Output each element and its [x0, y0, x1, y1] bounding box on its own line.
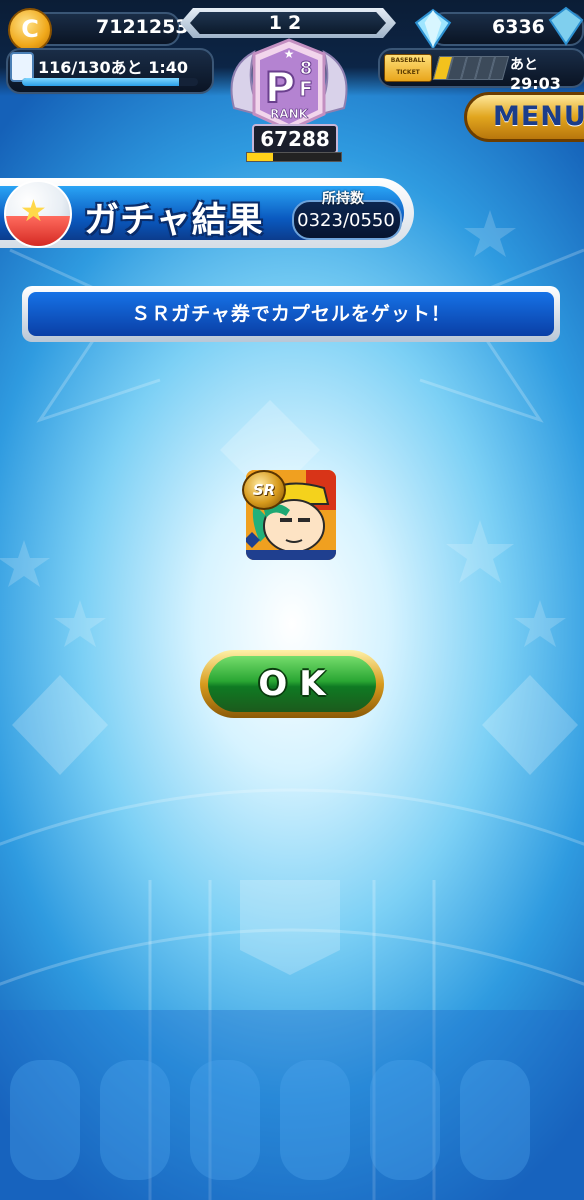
rank-progress-fill: [247, 153, 274, 161]
coin-value: 7121253: [96, 16, 189, 38]
capsule-count-value: 0323/0550: [297, 210, 395, 231]
page-title: ガチャ結果: [84, 201, 264, 241]
gem-value: 6336: [492, 16, 545, 38]
ticket-timer-value: 29:03: [510, 74, 561, 93]
center-indicator-value: 12: [190, 12, 386, 34]
stamina-text: 116/130あと 1:40: [38, 58, 189, 77]
sr-rarity-badge: SR: [242, 470, 286, 510]
result-message: ＳＲガチャ券でカプセルをゲット！: [28, 292, 554, 336]
menu-button[interactable]: MENU: [464, 92, 584, 142]
rank-value: 67288: [252, 124, 338, 154]
diamond-add-icon[interactable]: [546, 6, 584, 46]
ticket-timer: あと29:03: [510, 54, 584, 93]
ticket-icon-label-1: BASEBALL: [390, 57, 426, 64]
ticket-slots: [432, 56, 510, 80]
ticket-icon-label-2: TICKET: [396, 69, 420, 76]
rank-emblem-number: 8: [300, 58, 313, 79]
ok-button[interactable]: OK: [208, 656, 376, 712]
rank-letter-f: F: [299, 77, 313, 101]
coin-icon: C: [8, 8, 52, 52]
rank-letter-p: P: [265, 63, 296, 112]
capsule-count-label: 所持数: [322, 191, 364, 207]
diamond-icon: [414, 8, 452, 50]
capsule-icon: ★: [4, 180, 72, 248]
stamina-bar: [22, 78, 198, 86]
stamina-bar-fill: [22, 78, 179, 86]
rank-label: RANK: [270, 107, 309, 121]
rank-progress: [246, 152, 342, 162]
rank-emblem-top: ★: [284, 47, 295, 61]
ticket-timer-prefix: あと: [510, 57, 538, 73]
ticket-icon: BASEBALL TICKET: [384, 54, 432, 82]
